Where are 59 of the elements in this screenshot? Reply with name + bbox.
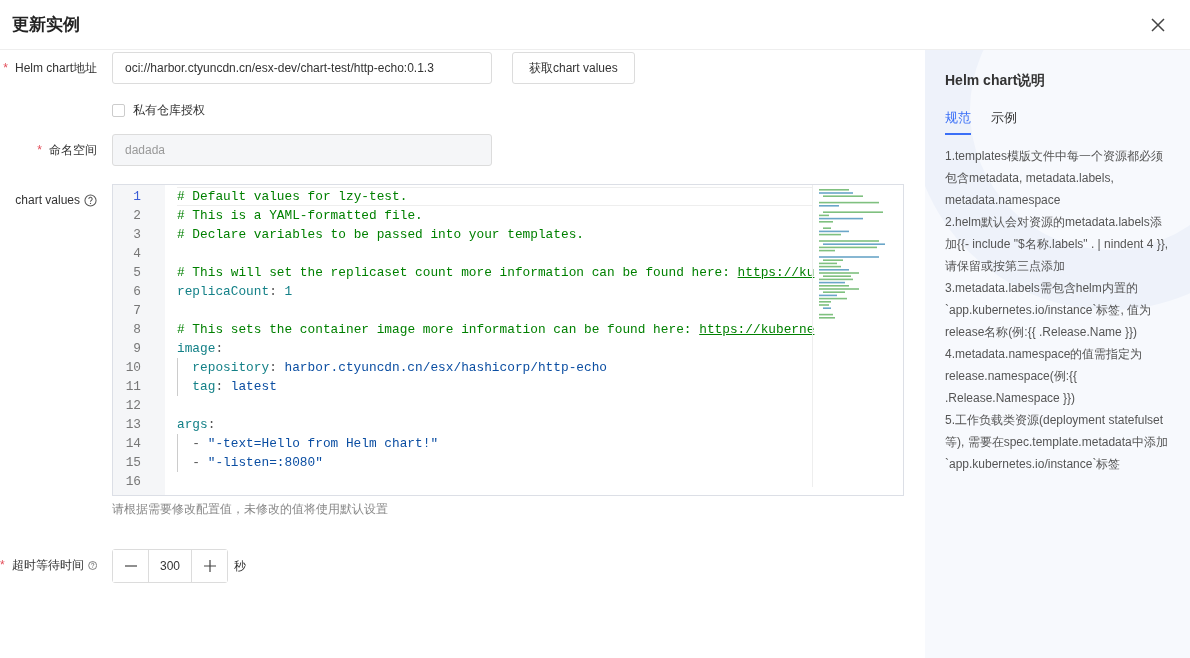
code-line: image: (177, 340, 225, 358)
line-number: 9 (132, 340, 142, 358)
code-line: # Default values for lzy-test. (177, 187, 812, 206)
code-link[interactable]: https://kuberne (699, 322, 815, 337)
line-number: 4 (132, 245, 142, 263)
line-number: 2 (132, 207, 142, 225)
code-line: args: (177, 416, 217, 434)
required-mark: * (37, 143, 42, 157)
hint-text: 请根据需要修改配置值，未修改的值将使用默认设置 (112, 502, 389, 517)
line-number: 8 (132, 321, 142, 339)
code-line: repository: harbor.ctyuncdn.cn/esx/hashicorp/http-echo (191, 359, 609, 377)
panel-title: Helm chart说明 (945, 72, 1047, 90)
line-number: 7 (132, 302, 142, 320)
rule-text: 1.templates模版文件中每一个资源都必须包含metadata, metadata.labels, metadata.namespace (945, 148, 1165, 209)
field-label: 命名空间 (49, 141, 97, 159)
code-editor[interactable] (112, 184, 904, 496)
line-number: 13 (124, 416, 142, 434)
line-number: 5 (132, 264, 142, 282)
required-mark: * (0, 558, 5, 572)
field-label: chart values (15, 193, 80, 207)
code-line: # This will set the replicaset count more information can be found here: https://ku (177, 264, 815, 282)
code-link[interactable]: https://ku (737, 265, 815, 280)
rule-text: 5.工作负载类资源(deployment statefulset等), 需要在spec.template.metadata中添加`app.kubernetes.io/instance`标签 (945, 412, 1169, 473)
required-mark: * (3, 61, 8, 75)
line-number: 12 (124, 397, 142, 415)
line-number: 3 (132, 226, 142, 244)
code-line: # This is a YAML-formatted file. (177, 207, 424, 225)
chart-address-field[interactable]: oci://harbor.ctyuncdn.cn/esx-dev/chart-test/http-echo:0.1.3 (112, 52, 492, 84)
help-icon[interactable] (84, 193, 97, 207)
line-number: 16 (124, 473, 142, 491)
code-line: - "-text=Hello from Helm chart!" (191, 435, 440, 453)
help-icon[interactable] (87, 558, 97, 572)
field-label: 超时等待时间 (11, 556, 84, 574)
unit-label: 秒 (234, 557, 246, 575)
rule-text: 4.metadata.namespace的值需指定为release.namespace(例:{{ .Release.Namespace }}) (945, 346, 1144, 407)
code-line: # This sets the container image more information can be found here: https://kuberne (177, 321, 815, 339)
code-line: tag: latest (191, 378, 278, 396)
rule-text: 3.metadata.labels需包含helm内置的`app.kubernetes.io/instance`标签, 值为release名称(例:{{ .Release.Name }}) (945, 280, 1153, 341)
line-number: 15 (124, 454, 142, 472)
code-line: replicaCount: 1 (177, 283, 294, 301)
timeout-field[interactable]: 300 (148, 550, 192, 582)
line-number: 1 (132, 188, 142, 206)
line-number: 14 (124, 435, 142, 453)
code-line: - "-listen=:8080" (191, 454, 324, 472)
tab[interactable]: 规范 (945, 106, 971, 135)
number-stepper[interactable]: 300 (112, 549, 228, 583)
fetch-values-button[interactable]: 获取chart values (512, 52, 635, 84)
field-label: Helm chart地址 (15, 59, 97, 77)
plus-icon (203, 560, 216, 572)
line-number: 11 (124, 378, 142, 396)
line-number: 10 (124, 359, 142, 377)
checkbox-label: 私有仓库授权 (133, 101, 205, 119)
close-icon[interactable] (1150, 16, 1166, 33)
code-line: # Declare variables to be passed into your templates. (177, 226, 585, 244)
checkbox[interactable] (112, 103, 125, 117)
line-number: 6 (132, 283, 142, 301)
tab[interactable]: 示例 (991, 106, 1017, 135)
dialog-title: 更新实例 (12, 14, 80, 36)
rule-text: 2.helm默认会对资源的metadata.labels添加{{- include "$名称.labels" . | nindent 4 }}, 请保留或按第三点添加 (945, 214, 1170, 275)
